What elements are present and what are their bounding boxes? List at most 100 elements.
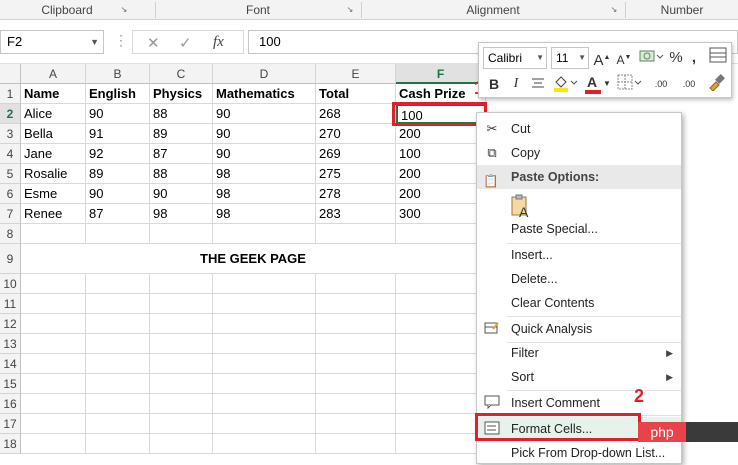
clipboard-dialog-launcher-icon[interactable]: ↘ xyxy=(120,6,128,14)
cell-a2[interactable]: Alice xyxy=(21,104,86,124)
row-header-17[interactable]: 17 xyxy=(0,414,21,434)
merged-title-cell[interactable]: THE GEEK PAGE xyxy=(21,244,485,274)
cell-e14[interactable] xyxy=(316,354,396,374)
cell-f16[interactable] xyxy=(396,394,486,414)
cell-b5[interactable]: 89 xyxy=(86,164,150,184)
row-header-16[interactable]: 16 xyxy=(0,394,21,414)
menu-item-filter[interactable]: Filter ▶ xyxy=(477,341,681,365)
menu-item-clear-contents[interactable]: Clear Contents xyxy=(477,291,681,315)
cell-c2[interactable]: 88 xyxy=(150,104,213,124)
cell-c18[interactable] xyxy=(150,434,213,454)
cell-b4[interactable]: 92 xyxy=(86,144,150,164)
cell-c15[interactable] xyxy=(150,374,213,394)
font-size-dropdown[interactable]: 11 ▼ xyxy=(551,47,589,69)
menu-item-quick-analysis[interactable]: Quick Analysis xyxy=(477,317,681,341)
cell-b8[interactable] xyxy=(86,224,150,244)
cell-c17[interactable] xyxy=(150,414,213,434)
cell-e10[interactable] xyxy=(316,274,396,294)
row-header-13[interactable]: 13 xyxy=(0,334,21,354)
cell-f10[interactable] xyxy=(396,274,486,294)
menu-item-sort[interactable]: Sort ▶ xyxy=(477,365,681,389)
font-color-button[interactable]: A ▼ xyxy=(583,73,611,95)
header-cell-b[interactable]: English xyxy=(86,84,150,104)
enter-icon[interactable]: ✓ xyxy=(179,34,192,52)
cell-b17[interactable] xyxy=(86,414,150,434)
header-cell-e[interactable]: Total xyxy=(316,84,396,104)
cell-e4[interactable]: 269 xyxy=(316,144,396,164)
cell-a13[interactable] xyxy=(21,334,86,354)
cell-e15[interactable] xyxy=(316,374,396,394)
header-cell-a[interactable]: Name xyxy=(21,84,86,104)
paste-keep-formatting-icon[interactable]: A xyxy=(511,193,533,219)
comma-style-button[interactable]: , xyxy=(687,47,701,69)
cell-b14[interactable] xyxy=(86,354,150,374)
cell-a10[interactable] xyxy=(21,274,86,294)
cell-f3[interactable]: 200 xyxy=(396,124,486,144)
cell-d2[interactable]: 90 xyxy=(213,104,316,124)
cell-d6[interactable]: 98 xyxy=(213,184,316,204)
column-header-b[interactable]: B xyxy=(86,64,150,84)
cell-f14[interactable] xyxy=(396,354,486,374)
cell-c11[interactable] xyxy=(150,294,213,314)
cell-d16[interactable] xyxy=(213,394,316,414)
cell-c4[interactable]: 87 xyxy=(150,144,213,164)
chevron-down-icon[interactable]: ▼ xyxy=(90,31,99,53)
cell-e5[interactable]: 275 xyxy=(316,164,396,184)
cell-c5[interactable]: 88 xyxy=(150,164,213,184)
font-name-dropdown[interactable]: Calibri ▼ xyxy=(483,47,547,69)
header-cell-d[interactable]: Mathematics xyxy=(213,84,316,104)
row-header-5[interactable]: 5 xyxy=(0,164,21,184)
cell-d12[interactable] xyxy=(213,314,316,334)
font-dialog-launcher-icon[interactable]: ↘ xyxy=(346,6,354,14)
row-header-7[interactable]: 7 xyxy=(0,204,21,224)
cell-c14[interactable] xyxy=(150,354,213,374)
cell-f18[interactable] xyxy=(396,434,486,454)
cell-d8[interactable] xyxy=(213,224,316,244)
column-header-d[interactable]: D xyxy=(213,64,316,84)
name-box[interactable]: F2 ▼ xyxy=(0,30,104,54)
cell-f13[interactable] xyxy=(396,334,486,354)
shrink-font-button[interactable]: A▼ xyxy=(615,47,633,69)
format-painter-table-button[interactable] xyxy=(707,47,729,69)
menu-item-copy[interactable]: ⧉ Copy xyxy=(477,141,681,165)
fill-color-button[interactable] xyxy=(551,73,579,95)
cell-a16[interactable] xyxy=(21,394,86,414)
bold-button[interactable]: B xyxy=(485,73,503,95)
cell-b6[interactable]: 90 xyxy=(86,184,150,204)
cell-d14[interactable] xyxy=(213,354,316,374)
cell-f4[interactable]: 100 xyxy=(396,144,486,164)
cell-e16[interactable] xyxy=(316,394,396,414)
cell-a8[interactable] xyxy=(21,224,86,244)
cell-d7[interactable]: 98 xyxy=(213,204,316,224)
cell-e3[interactable]: 270 xyxy=(316,124,396,144)
cell-a15[interactable] xyxy=(21,374,86,394)
cell-a3[interactable]: Bella xyxy=(21,124,86,144)
cell-e11[interactable] xyxy=(316,294,396,314)
cell-b13[interactable] xyxy=(86,334,150,354)
cell-c13[interactable] xyxy=(150,334,213,354)
cell-d5[interactable]: 98 xyxy=(213,164,316,184)
cell-d15[interactable] xyxy=(213,374,316,394)
cell-e6[interactable]: 278 xyxy=(316,184,396,204)
row-header-1[interactable]: 1 xyxy=(0,84,21,104)
cell-c16[interactable] xyxy=(150,394,213,414)
column-header-c[interactable]: C xyxy=(150,64,213,84)
cell-a18[interactable] xyxy=(21,434,86,454)
alignment-dialog-launcher-icon[interactable]: ↘ xyxy=(610,6,618,14)
cell-c6[interactable]: 90 xyxy=(150,184,213,204)
column-header-f[interactable]: F xyxy=(396,64,486,84)
cell-a7[interactable]: Renee xyxy=(21,204,86,224)
cell-d11[interactable] xyxy=(213,294,316,314)
cell-a5[interactable]: Rosalie xyxy=(21,164,86,184)
cell-b15[interactable] xyxy=(86,374,150,394)
cell-f17[interactable] xyxy=(396,414,486,434)
cell-d17[interactable] xyxy=(213,414,316,434)
row-header-12[interactable]: 12 xyxy=(0,314,21,334)
header-cell-c[interactable]: Physics xyxy=(150,84,213,104)
cell-d18[interactable] xyxy=(213,434,316,454)
select-all-corner[interactable] xyxy=(0,64,21,84)
cell-f2[interactable]: 100 xyxy=(396,104,486,124)
cell-a11[interactable] xyxy=(21,294,86,314)
row-header-14[interactable]: 14 xyxy=(0,354,21,374)
accounting-format-button[interactable] xyxy=(637,47,665,69)
